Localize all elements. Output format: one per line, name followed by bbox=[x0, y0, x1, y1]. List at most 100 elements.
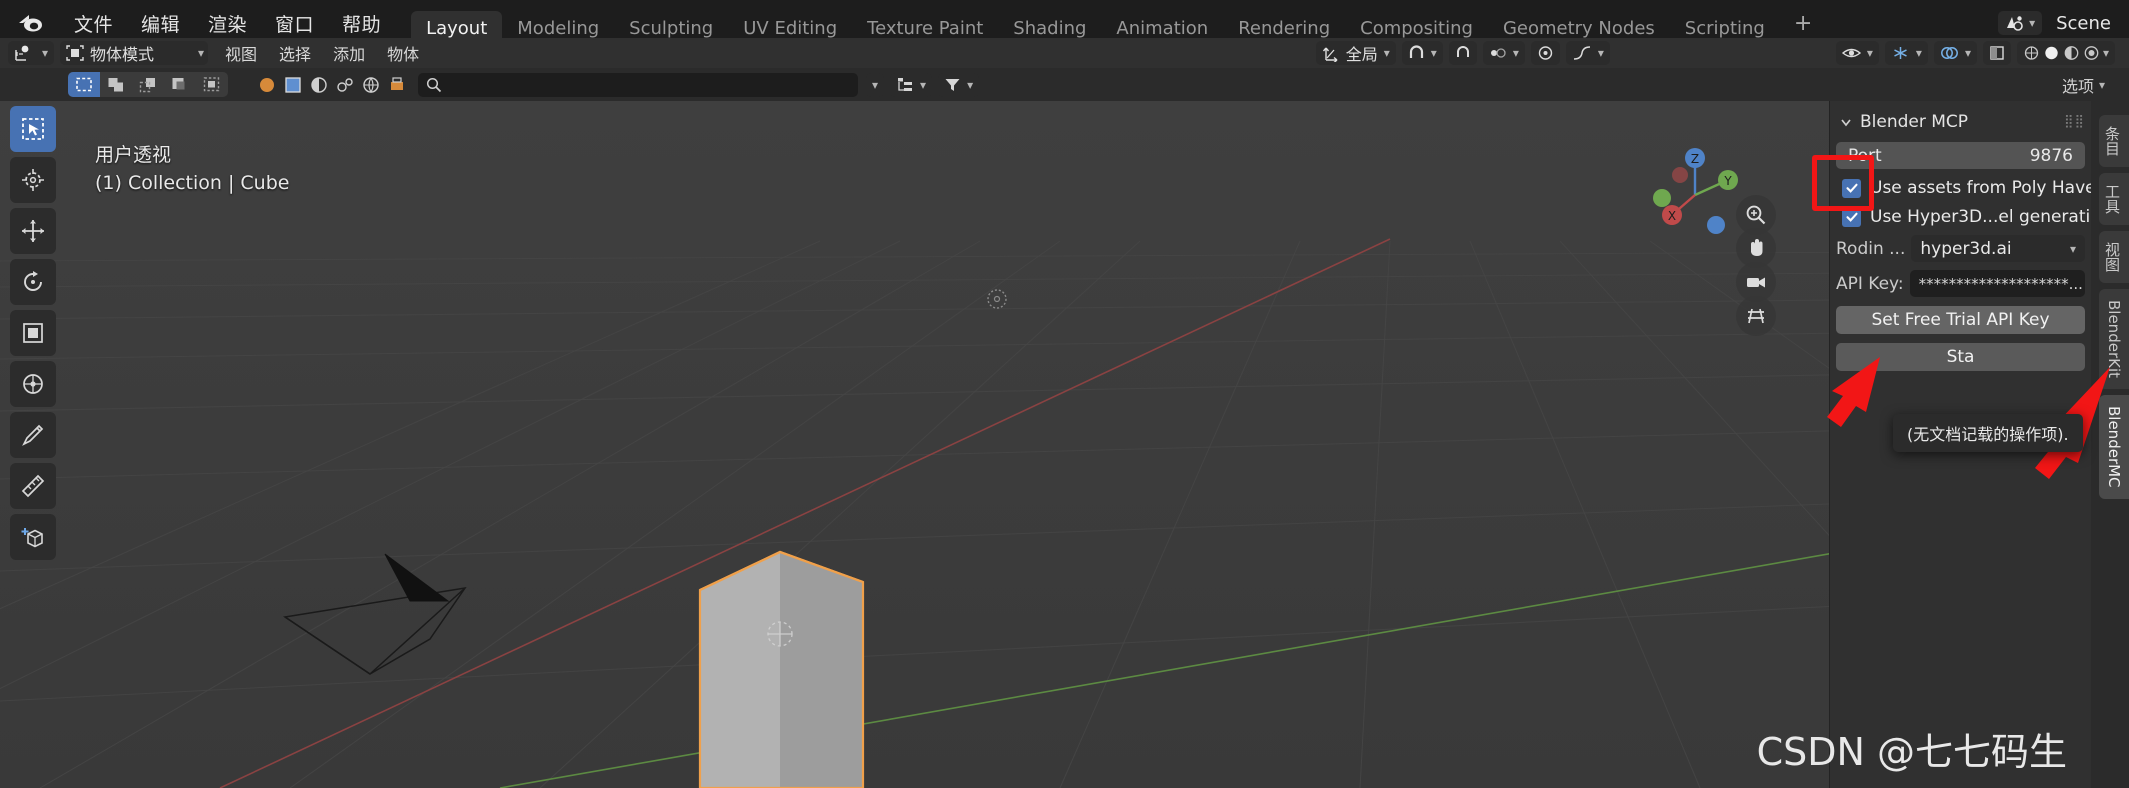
hyper3d-checkbox-row[interactable]: Use Hyper3D...el generation bbox=[1836, 207, 2085, 227]
shading-wireframe-icon bbox=[2023, 45, 2040, 61]
filter-icon bbox=[944, 77, 961, 93]
gizmo-dropdown[interactable]: ▾ bbox=[1885, 41, 1928, 65]
shading-modes[interactable]: ▾ bbox=[2017, 41, 2115, 65]
snap-magnet-icon bbox=[1408, 45, 1425, 61]
hyper3d-label: Use Hyper3D...el generation bbox=[1870, 207, 2111, 227]
print-icon[interactable] bbox=[386, 75, 408, 95]
gizmo-axis-x: X bbox=[1668, 209, 1676, 223]
move-icon bbox=[20, 218, 46, 244]
chevron-down-icon: ▾ bbox=[2029, 16, 2035, 30]
poly-haven-checkbox[interactable] bbox=[1842, 179, 1861, 198]
proportional-edit-dropdown[interactable]: ▾ bbox=[1483, 41, 1525, 65]
tool-add-cube[interactable] bbox=[10, 514, 56, 560]
snap-target-dropdown[interactable]: ▾ bbox=[1402, 41, 1443, 65]
editor-type-button[interactable]: ▾ bbox=[8, 41, 54, 65]
poly-haven-checkbox-row[interactable]: Use assets from Poly Haven bbox=[1836, 178, 2085, 198]
cursor-icon bbox=[20, 167, 46, 193]
orientation-icon bbox=[1322, 45, 1340, 62]
render-preview-icon[interactable] bbox=[308, 75, 330, 95]
set-free-trial-api-key-button[interactable]: Set Free Trial API Key bbox=[1836, 306, 2085, 334]
vtab-view[interactable]: 视图 bbox=[2099, 231, 2129, 283]
scene-name-field[interactable]: Scene bbox=[2050, 13, 2111, 34]
chevron-down-icon: ▾ bbox=[1965, 46, 1971, 60]
menu-edit[interactable]: 编辑 bbox=[127, 6, 194, 41]
rodin-mode-dropdown[interactable]: hyper3d.ai ▾ bbox=[1911, 235, 2085, 262]
tool-measure[interactable] bbox=[10, 463, 56, 509]
vtab-blendermcp[interactable]: BlenderMC bbox=[2099, 395, 2129, 499]
tool-move[interactable] bbox=[10, 208, 56, 254]
hyper3d-checkbox[interactable] bbox=[1842, 208, 1861, 227]
camera-icon bbox=[1745, 273, 1767, 291]
chevron-down-icon: ▾ bbox=[967, 78, 973, 92]
toggle-ortho-button[interactable] bbox=[1736, 296, 1776, 336]
options-dropdown[interactable]: 选项 ▾ bbox=[2062, 73, 2105, 97]
physics-icon[interactable] bbox=[334, 75, 356, 95]
menu-render[interactable]: 渲染 bbox=[194, 6, 261, 41]
vtab-tool[interactable]: 工具 bbox=[2099, 173, 2129, 225]
menu-help[interactable]: 帮助 bbox=[328, 6, 395, 41]
tool-cursor[interactable] bbox=[10, 157, 56, 203]
tool-annotate[interactable] bbox=[10, 412, 56, 458]
zoom-icon bbox=[1745, 204, 1767, 226]
select-invert-icon[interactable] bbox=[196, 72, 228, 97]
viewport-shading-icon[interactable] bbox=[282, 75, 304, 95]
tool-scale[interactable] bbox=[10, 310, 56, 356]
panel-header[interactable]: Blender MCP ⣿⣿ bbox=[1836, 109, 2085, 135]
toolbar-menu-view[interactable]: 视图 bbox=[214, 41, 268, 65]
add-workspace-button[interactable]: + bbox=[1780, 11, 1826, 36]
toolbar-menu-select[interactable]: 选择 bbox=[268, 41, 322, 65]
object-mode-icon bbox=[66, 45, 84, 61]
select-box-icon[interactable] bbox=[68, 72, 100, 97]
tool-rotate[interactable] bbox=[10, 259, 56, 305]
api-key-input[interactable]: ********************... bbox=[1910, 270, 2085, 297]
filter-dropdown[interactable]: ▾ bbox=[938, 73, 979, 97]
falloff-dropdown[interactable]: ▾ bbox=[1566, 41, 1610, 65]
vtab-items[interactable]: 条目 bbox=[2099, 115, 2129, 167]
measure-icon bbox=[20, 473, 46, 499]
transform-orientation-dropdown[interactable]: 全局 ▾ bbox=[1316, 41, 1396, 65]
start-server-button[interactable]: Sta bbox=[1836, 343, 2085, 371]
scene-icon[interactable]: ▾ bbox=[1998, 11, 2042, 35]
vtab-blenderkit[interactable]: BlenderKit bbox=[2099, 289, 2129, 389]
snap-magnet-toggle[interactable] bbox=[1449, 41, 1477, 65]
toolbar-menu-object[interactable]: 物体 bbox=[376, 41, 430, 65]
proportional-toggle[interactable] bbox=[1531, 41, 1560, 65]
checkmark-icon bbox=[1845, 181, 1859, 195]
material-preview-icon[interactable] bbox=[256, 75, 278, 95]
search-input[interactable] bbox=[418, 73, 858, 97]
world-icon[interactable] bbox=[360, 75, 382, 95]
blender-logo-icon[interactable] bbox=[14, 11, 48, 35]
tool-transform[interactable] bbox=[10, 361, 56, 407]
navigation-gizmo[interactable]: Z Y X bbox=[1640, 140, 1750, 250]
interaction-mode-dropdown[interactable]: 物体模式 ▾ bbox=[60, 41, 208, 65]
port-row: Port 9876 bbox=[1836, 142, 2085, 169]
drag-grip-icon[interactable]: ⣿⣿ bbox=[2064, 119, 2085, 125]
orientation-label: 全局 bbox=[1346, 41, 1378, 65]
port-field[interactable]: Port 9876 bbox=[1836, 142, 2085, 169]
chevron-down-icon bbox=[1840, 113, 1852, 132]
api-key-label: API Key: bbox=[1836, 274, 1904, 294]
overlays-dropdown[interactable]: ▾ bbox=[1934, 41, 1977, 65]
cube-object bbox=[700, 552, 863, 788]
outliner-display-dropdown[interactable]: ▾ bbox=[890, 73, 932, 97]
menu-window[interactable]: 窗口 bbox=[261, 6, 328, 41]
visibility-dropdown[interactable]: ▾ bbox=[1836, 41, 1879, 65]
xray-toggle[interactable] bbox=[1983, 41, 2011, 65]
select-extend-icon[interactable] bbox=[132, 72, 164, 97]
toolbar-menu-add[interactable]: 添加 bbox=[322, 41, 376, 65]
select-set-icon[interactable] bbox=[100, 72, 132, 97]
tool-tweak-select-box[interactable] bbox=[10, 106, 56, 152]
search-filter-extra[interactable]: ▾ bbox=[866, 73, 884, 97]
select-subtract-icon[interactable] bbox=[164, 72, 196, 97]
watermark-text: CSDN @七七码生 bbox=[1757, 721, 2067, 776]
shading-rendered-icon bbox=[2083, 45, 2100, 61]
xray-icon bbox=[1989, 45, 2005, 61]
annotate-icon bbox=[20, 422, 46, 448]
3d-viewport[interactable]: 用户透视 (1) Collection | Cube bbox=[0, 101, 2129, 788]
menu-file[interactable]: 文件 bbox=[60, 6, 127, 41]
falloff-curve-icon bbox=[1572, 46, 1592, 61]
tooltip-popup: (无文档记载的操作项). bbox=[1893, 414, 2083, 452]
chevron-down-icon: ▾ bbox=[42, 46, 48, 60]
viewport-grid bbox=[0, 101, 2129, 788]
chevron-down-icon: ▾ bbox=[1916, 46, 1922, 60]
